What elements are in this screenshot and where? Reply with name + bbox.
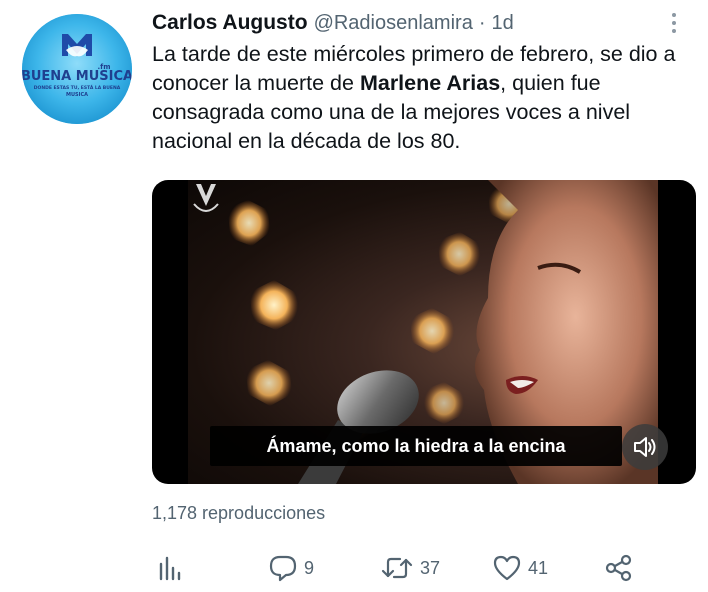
analytics-button[interactable] — [156, 548, 184, 588]
venevision-logo-icon — [193, 184, 219, 212]
avatar-sub-text: MUSICA — [66, 92, 88, 98]
like-count: 41 — [528, 557, 549, 578]
retweet-icon — [381, 557, 413, 579]
video-caption: Ámame, como la hiedra a la encina — [210, 426, 622, 466]
avatar-tagline: DONDE ESTAS TU, ESTÁ LA BUENA — [34, 84, 121, 91]
retweet-button[interactable]: 37 — [380, 548, 440, 588]
video-player[interactable]: Ámame, como la hiedra a la encina — [152, 180, 696, 484]
tweet-header: Carlos Augusto @Radiosenlamira · 1d — [152, 8, 688, 38]
author-name[interactable]: Carlos Augusto — [152, 11, 308, 35]
avatar[interactable]: BUENA MUSICA .fm DONDE ESTAS TU, ESTÁ LA… — [22, 14, 132, 124]
heart-icon — [493, 555, 521, 581]
reply-count: 9 — [304, 557, 315, 578]
reply-icon — [269, 555, 297, 582]
tweet-actions: 9 37 41 — [152, 548, 642, 588]
separator-dot: · — [478, 11, 486, 34]
reply-button[interactable]: 9 — [268, 548, 314, 588]
buena-musica-logo-icon: BUENA MUSICA .fm DONDE ESTAS TU, ESTÁ LA… — [22, 14, 132, 124]
timestamp[interactable]: 1d — [492, 12, 514, 35]
tweet-text-bold: Marlene Arias — [359, 71, 501, 95]
retweet-count: 37 — [420, 557, 441, 578]
speaker-muted-icon[interactable] — [622, 424, 668, 470]
analytics-icon — [159, 556, 181, 581]
view-count: 1,178 reproducciones — [152, 503, 326, 523]
like-button[interactable]: 41 — [492, 548, 548, 588]
avatar-fm-text: .fm — [98, 63, 111, 71]
tweet-text: La tarde de este miércoles primero de fe… — [152, 40, 692, 156]
author-handle[interactable]: @Radiosenlamira — [314, 12, 473, 35]
share-icon — [605, 554, 632, 582]
more-options-icon[interactable] — [664, 8, 684, 38]
avatar-brand-text: BUENA MUSICA — [22, 69, 132, 84]
share-button[interactable] — [604, 548, 634, 588]
